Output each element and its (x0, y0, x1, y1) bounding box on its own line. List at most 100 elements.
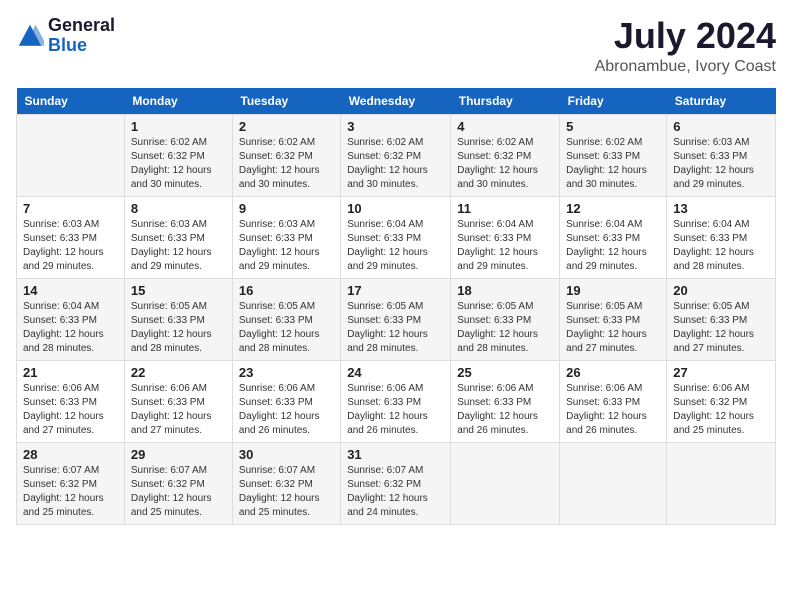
calendar-cell: 10Sunrise: 6:04 AMSunset: 6:33 PMDayligh… (341, 196, 451, 278)
logo-general-text: General (48, 15, 115, 35)
day-number: 29 (131, 447, 226, 462)
week-row-2: 7 Sunrise: 6:03 AMSunset: 6:33 PMDaylight… (17, 196, 776, 278)
calendar-cell: 5 Sunrise: 6:02 AMSunset: 6:33 PMDaylight… (560, 114, 667, 196)
day-number: 28 (23, 447, 118, 462)
day-info: Sunrise: 6:03 AMSunset: 6:33 PMDaylight:… (23, 218, 118, 274)
calendar-cell: 6 Sunrise: 6:03 AMSunset: 6:33 PMDaylight… (667, 114, 776, 196)
day-info: Sunrise: 6:04 AMSunset: 6:33 PMDaylight:… (457, 218, 553, 274)
column-header-wednesday: Wednesday (341, 88, 451, 115)
day-info: Sunrise: 6:06 AMSunset: 6:33 PMDaylight:… (23, 382, 118, 438)
subtitle: Abronambue, Ivory Coast (595, 58, 776, 76)
day-info: Sunrise: 6:02 AMSunset: 6:32 PMDaylight:… (239, 136, 334, 192)
calendar-cell: 23Sunrise: 6:06 AMSunset: 6:33 PMDayligh… (232, 360, 340, 442)
calendar-cell: 24Sunrise: 6:06 AMSunset: 6:33 PMDayligh… (341, 360, 451, 442)
main-title: July 2024 (595, 16, 776, 56)
day-info: Sunrise: 6:03 AMSunset: 6:33 PMDaylight:… (131, 218, 226, 274)
day-number: 30 (239, 447, 334, 462)
day-number: 21 (23, 365, 118, 380)
day-number: 5 (566, 119, 660, 134)
calendar-cell: 3 Sunrise: 6:02 AMSunset: 6:32 PMDaylight… (341, 114, 451, 196)
column-header-tuesday: Tuesday (232, 88, 340, 115)
day-number: 8 (131, 201, 226, 216)
day-info: Sunrise: 6:05 AMSunset: 6:33 PMDaylight:… (673, 300, 769, 356)
day-info: Sunrise: 6:05 AMSunset: 6:33 PMDaylight:… (131, 300, 226, 356)
calendar-cell: 20 Sunrise: 6:05 AMSunset: 6:33 PMDayligh… (667, 278, 776, 360)
calendar-cell: 22 Sunrise: 6:06 AMSunset: 6:33 PMDayligh… (124, 360, 232, 442)
calendar-cell: 18Sunrise: 6:05 AMSunset: 6:33 PMDayligh… (451, 278, 560, 360)
calendar-cell: 26 Sunrise: 6:06 AMSunset: 6:33 PMDayligh… (560, 360, 667, 442)
day-info: Sunrise: 6:03 AMSunset: 6:33 PMDaylight:… (239, 218, 334, 274)
day-number: 1 (131, 119, 226, 134)
calendar-cell: 15 Sunrise: 6:05 AMSunset: 6:33 PMDayligh… (124, 278, 232, 360)
day-info: Sunrise: 6:05 AMSunset: 6:33 PMDaylight:… (347, 300, 444, 356)
calendar-cell (667, 442, 776, 524)
column-header-friday: Friday (560, 88, 667, 115)
day-number: 25 (457, 365, 553, 380)
calendar-cell: 11 Sunrise: 6:04 AMSunset: 6:33 PMDayligh… (451, 196, 560, 278)
day-info: Sunrise: 6:03 AMSunset: 6:33 PMDaylight:… (673, 136, 769, 192)
day-info: Sunrise: 6:05 AMSunset: 6:33 PMDaylight:… (566, 300, 660, 356)
day-info: Sunrise: 6:04 AMSunset: 6:33 PMDaylight:… (566, 218, 660, 274)
day-number: 15 (131, 283, 226, 298)
day-info: Sunrise: 6:06 AMSunset: 6:33 PMDaylight:… (566, 382, 660, 438)
calendar-cell: 31Sunrise: 6:07 AMSunset: 6:32 PMDayligh… (341, 442, 451, 524)
logo-blue-text: Blue (48, 35, 87, 55)
calendar-cell: 16 Sunrise: 6:05 AMSunset: 6:33 PMDayligh… (232, 278, 340, 360)
week-row-1: 1 Sunrise: 6:02 AMSunset: 6:32 PMDaylight… (17, 114, 776, 196)
day-number: 18 (457, 283, 553, 298)
day-info: Sunrise: 6:06 AMSunset: 6:33 PMDaylight:… (131, 382, 226, 438)
day-info: Sunrise: 6:05 AMSunset: 6:33 PMDaylight:… (239, 300, 334, 356)
day-info: Sunrise: 6:06 AMSunset: 6:33 PMDaylight:… (457, 382, 553, 438)
day-info: Sunrise: 6:04 AMSunset: 6:33 PMDaylight:… (23, 300, 118, 356)
day-number: 12 (566, 201, 660, 216)
calendar-cell (451, 442, 560, 524)
calendar-cell (17, 114, 125, 196)
day-number: 11 (457, 201, 553, 216)
week-row-4: 21 Sunrise: 6:06 AMSunset: 6:33 PMDayligh… (17, 360, 776, 442)
calendar-cell: 9 Sunrise: 6:03 AMSunset: 6:33 PMDaylight… (232, 196, 340, 278)
day-info: Sunrise: 6:02 AMSunset: 6:32 PMDaylight:… (131, 136, 226, 192)
day-number: 19 (566, 283, 660, 298)
calendar-cell (560, 442, 667, 524)
calendar-cell: 14Sunrise: 6:04 AMSunset: 6:33 PMDayligh… (17, 278, 125, 360)
calendar-cell: 12 Sunrise: 6:04 AMSunset: 6:33 PMDayligh… (560, 196, 667, 278)
day-info: Sunrise: 6:06 AMSunset: 6:32 PMDaylight:… (673, 382, 769, 438)
day-number: 13 (673, 201, 769, 216)
day-number: 2 (239, 119, 334, 134)
calendar-table: SundayMondayTuesdayWednesdayThursdayFrid… (16, 88, 776, 525)
day-number: 9 (239, 201, 334, 216)
day-info: Sunrise: 6:06 AMSunset: 6:33 PMDaylight:… (347, 382, 444, 438)
calendar-cell: 2 Sunrise: 6:02 AMSunset: 6:32 PMDaylight… (232, 114, 340, 196)
logo-icon (16, 22, 44, 50)
column-header-monday: Monday (124, 88, 232, 115)
day-info: Sunrise: 6:06 AMSunset: 6:33 PMDaylight:… (239, 382, 334, 438)
calendar-cell: 25 Sunrise: 6:06 AMSunset: 6:33 PMDayligh… (451, 360, 560, 442)
calendar-cell: 29Sunrise: 6:07 AMSunset: 6:32 PMDayligh… (124, 442, 232, 524)
day-number: 16 (239, 283, 334, 298)
day-info: Sunrise: 6:02 AMSunset: 6:32 PMDaylight:… (457, 136, 553, 192)
day-number: 27 (673, 365, 769, 380)
calendar-cell: 13 Sunrise: 6:04 AMSunset: 6:33 PMDayligh… (667, 196, 776, 278)
day-info: Sunrise: 6:07 AMSunset: 6:32 PMDaylight:… (23, 464, 118, 520)
day-number: 26 (566, 365, 660, 380)
day-number: 22 (131, 365, 226, 380)
calendar-cell: 30 Sunrise: 6:07 AMSunset: 6:32 PMDayligh… (232, 442, 340, 524)
day-info: Sunrise: 6:04 AMSunset: 6:33 PMDaylight:… (673, 218, 769, 274)
day-number: 20 (673, 283, 769, 298)
day-info: Sunrise: 6:07 AMSunset: 6:32 PMDaylight:… (239, 464, 334, 520)
calendar-cell: 28 Sunrise: 6:07 AMSunset: 6:32 PMDayligh… (17, 442, 125, 524)
logo: General Blue (16, 16, 115, 56)
day-number: 7 (23, 201, 118, 216)
calendar-cell: 19 Sunrise: 6:05 AMSunset: 6:33 PMDayligh… (560, 278, 667, 360)
day-number: 6 (673, 119, 769, 134)
day-number: 4 (457, 119, 553, 134)
day-number: 3 (347, 119, 444, 134)
header-row: SundayMondayTuesdayWednesdayThursdayFrid… (17, 88, 776, 115)
week-row-5: 28 Sunrise: 6:07 AMSunset: 6:32 PMDayligh… (17, 442, 776, 524)
day-info: Sunrise: 6:02 AMSunset: 6:32 PMDaylight:… (347, 136, 444, 192)
day-info: Sunrise: 6:02 AMSunset: 6:33 PMDaylight:… (566, 136, 660, 192)
calendar-cell: 17Sunrise: 6:05 AMSunset: 6:33 PMDayligh… (341, 278, 451, 360)
page-header: General Blue July 2024 Abronambue, Ivory… (16, 16, 776, 76)
calendar-cell: 8 Sunrise: 6:03 AMSunset: 6:33 PMDaylight… (124, 196, 232, 278)
column-header-thursday: Thursday (451, 88, 560, 115)
